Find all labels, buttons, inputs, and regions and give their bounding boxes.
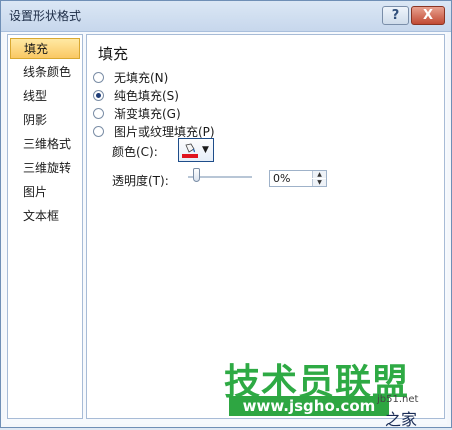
solid-fill-radio[interactable] <box>93 90 104 101</box>
sidebar-item-text-box[interactable]: 文本框 <box>10 206 80 227</box>
close-button[interactable]: X <box>411 6 445 25</box>
picture-fill-radio[interactable] <box>93 126 104 137</box>
sidebar-item-3d-rotation[interactable]: 三维旋转 <box>10 158 80 179</box>
jb51-watermark-big: 之家 <box>385 410 418 429</box>
no-fill-option[interactable]: 无填充(N) <box>93 69 168 86</box>
transparency-label: 透明度(T): <box>112 174 169 188</box>
format-shape-dialog: 设置形状格式 ? X 填充 线条颜色 线型 阴影 三维格式 三维旋转 图片 文本… <box>0 0 452 429</box>
panel-heading: 填充 <box>98 45 129 63</box>
solid-fill-option[interactable]: 纯色填充(S) <box>93 87 179 104</box>
transparency-value: 0% <box>273 172 291 185</box>
sidebar-item-3d-format[interactable]: 三维格式 <box>10 134 80 155</box>
radio-selected-dot <box>96 93 101 98</box>
sidebar-item-fill[interactable]: 填充 <box>10 38 80 59</box>
sidebar-item-shadow[interactable]: 阴影 <box>10 110 80 131</box>
paint-bucket-icon <box>182 143 198 158</box>
help-icon: ? <box>391 8 400 23</box>
dropdown-arrow-icon: ▼ <box>202 145 209 155</box>
spin-up-icon[interactable]: ▲ <box>312 171 326 178</box>
window-title: 设置形状格式 <box>9 9 82 23</box>
sidebar-item-picture[interactable]: 图片 <box>10 182 80 203</box>
sidebar-item-line-color[interactable]: 线条颜色 <box>10 62 80 83</box>
spin-down-icon[interactable]: ▼ <box>312 179 326 186</box>
transparency-spinbox[interactable]: 0% ▲ ▼ <box>269 170 327 187</box>
sidebar-item-line-style[interactable]: 线型 <box>10 86 80 107</box>
category-list: 填充 线条颜色 线型 阴影 三维格式 三维旋转 图片 文本框 <box>7 34 83 419</box>
jb51-watermark: jb51.net <box>377 394 419 405</box>
color-label: 颜色(C): <box>112 145 158 159</box>
no-fill-label: 无填充(N) <box>114 71 169 85</box>
transparency-slider-thumb[interactable] <box>193 168 200 182</box>
no-fill-radio[interactable] <box>93 72 104 83</box>
close-icon: X <box>422 8 434 23</box>
help-button[interactable]: ? <box>382 6 409 25</box>
brand-url: www.jsgho.com <box>229 396 389 416</box>
solid-fill-label: 纯色填充(S) <box>114 89 179 103</box>
gradient-fill-label: 渐变填充(G) <box>114 107 181 121</box>
fill-color-button[interactable]: ▼ <box>178 138 214 162</box>
gradient-fill-radio[interactable] <box>93 108 104 119</box>
gradient-fill-option[interactable]: 渐变填充(G) <box>93 105 181 122</box>
title-bar: 设置形状格式 ? X <box>1 1 451 32</box>
